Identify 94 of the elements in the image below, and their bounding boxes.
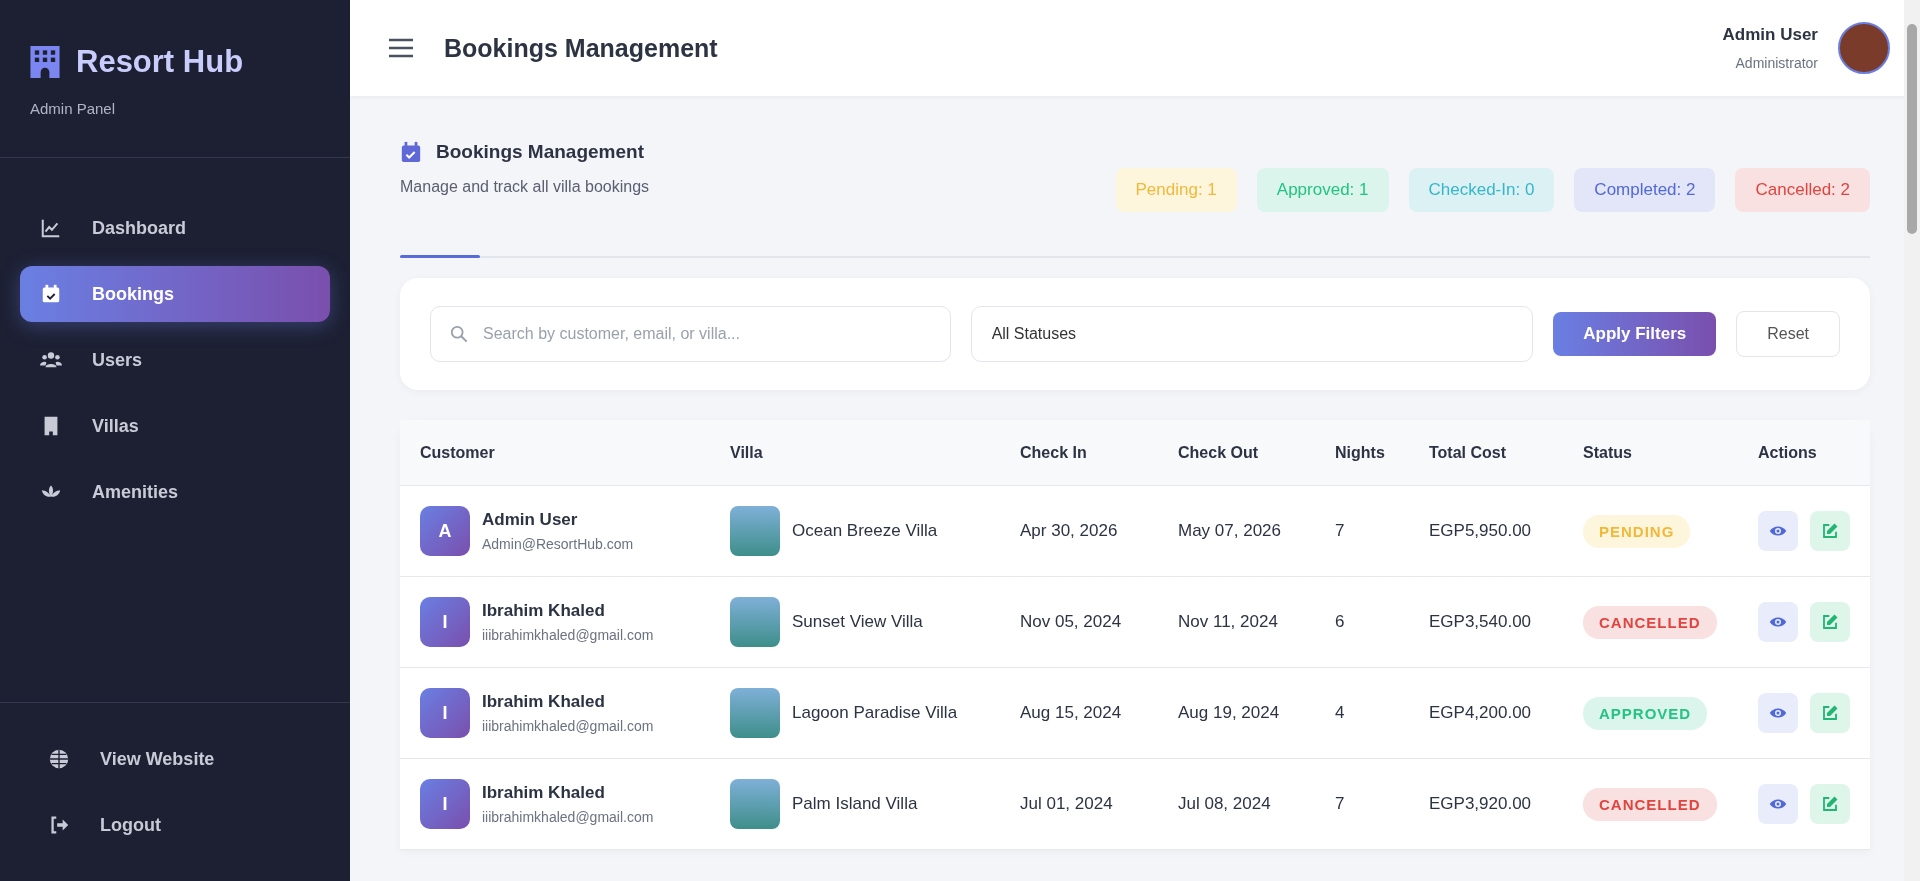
villa-name: Lagoon Paradise Villa (792, 703, 958, 723)
status-badge: CANCELLED (1583, 787, 1717, 821)
edit-icon (1821, 795, 1839, 813)
scrollbar-thumb[interactable] (1907, 24, 1917, 234)
column-header: Status (1563, 420, 1738, 486)
table-cell: Jul 01, 2024 (1020, 794, 1113, 814)
photo-placeholder (730, 597, 780, 647)
calendar-icon (40, 283, 62, 305)
status-badge: APPROVED (1583, 696, 1708, 730)
avatar-initial: I (420, 688, 470, 738)
photo-placeholder (730, 506, 780, 556)
table-cell: EGP3,920.00 (1429, 794, 1532, 814)
brand-subtitle: Admin Panel (30, 100, 117, 117)
table-cell: May 07, 2026 (1178, 521, 1281, 541)
column-header: Check Out (1158, 420, 1315, 486)
sidebar-link[interactable]: Logout (30, 803, 320, 847)
customer-email: iiibrahimkhaled@gmail.com (482, 718, 654, 734)
search-icon (450, 325, 468, 343)
column-header: Villa (710, 420, 1000, 486)
status-badge: CANCELLED (1583, 605, 1717, 639)
search-field[interactable]: Search by customer, email, or villa... (430, 306, 951, 362)
view-button[interactable] (1758, 784, 1798, 824)
menu-icon[interactable] (388, 37, 414, 59)
table-cell: Apr 30, 2026 (1020, 521, 1118, 541)
sidebar-item[interactable]: Villas (20, 398, 330, 454)
view-button[interactable] (1758, 602, 1798, 642)
avatar-initial: I (420, 779, 470, 829)
table-cell: 6 (1335, 612, 1345, 632)
sidebar-item[interactable]: Users (20, 332, 330, 388)
status-count: Cancelled: 2 (1735, 168, 1870, 212)
photo-placeholder (730, 688, 780, 738)
edit-button[interactable] (1810, 511, 1850, 551)
hotel-icon (30, 46, 60, 78)
column-header: Customer (400, 420, 710, 486)
view-button[interactable] (1758, 693, 1798, 733)
user-role: Administrator (1734, 55, 1818, 71)
customer-name: Ibrahim Khaled (482, 601, 606, 621)
avatar-initial: I (420, 597, 470, 647)
column-header: Nights (1315, 420, 1409, 486)
edit-button[interactable] (1810, 784, 1850, 824)
table-cell: Aug 19, 2024 (1178, 703, 1280, 723)
villa-name: Ocean Breeze Villa (792, 521, 938, 541)
line-chart-icon (40, 217, 62, 239)
table-cell: Jul 08, 2024 (1178, 794, 1271, 814)
view-button[interactable] (1758, 511, 1798, 551)
table-cell: 7 (1335, 794, 1345, 814)
calendar-icon (400, 140, 422, 164)
table-cell: Aug 15, 2024 (1020, 703, 1122, 723)
customer-email: iiibrahimkhaled@gmail.com (482, 809, 654, 825)
customer-email: iiibrahimkhaled@gmail.com (482, 627, 654, 643)
section-title: Bookings Management (436, 141, 644, 163)
villa-name: Palm Island Villa (792, 794, 918, 814)
customer-name: Ibrahim Khaled (482, 692, 606, 712)
logout-icon (48, 814, 70, 836)
edit-icon (1821, 704, 1839, 722)
table-cell: 4 (1335, 703, 1345, 723)
customer-name: Ibrahim Khaled (482, 783, 606, 803)
edit-button[interactable] (1810, 602, 1850, 642)
table-cell: EGP5,950.00 (1429, 521, 1532, 541)
sidebar-item[interactable]: Bookings (20, 266, 330, 322)
table-cell: EGP4,200.00 (1429, 703, 1532, 723)
status-count: Checked-In: 0 (1408, 168, 1555, 212)
column-header: Actions (1738, 420, 1870, 486)
reset-button[interactable]: Reset (1736, 311, 1840, 357)
table-cell: EGP3,540.00 (1429, 612, 1532, 632)
section-subtitle: Manage and track all villa bookings (400, 178, 650, 196)
scrollbar[interactable] (1904, 0, 1920, 881)
villa-name: Sunset View Villa (792, 612, 923, 632)
sidebar-item[interactable]: Dashboard (20, 200, 330, 256)
sidebar-link[interactable]: View Website (30, 737, 320, 781)
edit-icon (1821, 522, 1839, 540)
status-badge: PENDING (1583, 514, 1691, 548)
edit-button[interactable] (1810, 693, 1850, 733)
customer-email: Admin@ResortHub.com (482, 536, 634, 552)
user-name: Admin User (1722, 25, 1818, 45)
status-count: Pending: 1 (1115, 168, 1237, 212)
status-select[interactable]: All Statuses (970, 306, 1534, 362)
column-header: Total Cost (1409, 420, 1563, 486)
avatar-initial: A (420, 506, 470, 556)
user-avatar[interactable] (1838, 22, 1890, 74)
globe-icon (48, 748, 70, 770)
photo-placeholder (730, 779, 780, 829)
customer-name: Admin User (482, 510, 579, 530)
status-count: Completed: 2 (1574, 168, 1716, 212)
column-header: Check In (1000, 420, 1158, 486)
table-cell: 7 (1335, 521, 1345, 541)
table-cell: Nov 05, 2024 (1020, 612, 1122, 632)
apply-filters-button[interactable]: Apply Filters (1553, 312, 1717, 356)
sidebar-item[interactable]: Amenities (20, 464, 330, 520)
status-count: Approved: 1 (1256, 168, 1389, 212)
edit-icon (1821, 613, 1839, 631)
table-cell: Nov 11, 2024 (1178, 612, 1278, 632)
brand-name: Resort Hub (76, 44, 244, 80)
page-title: Bookings Management (444, 33, 719, 63)
